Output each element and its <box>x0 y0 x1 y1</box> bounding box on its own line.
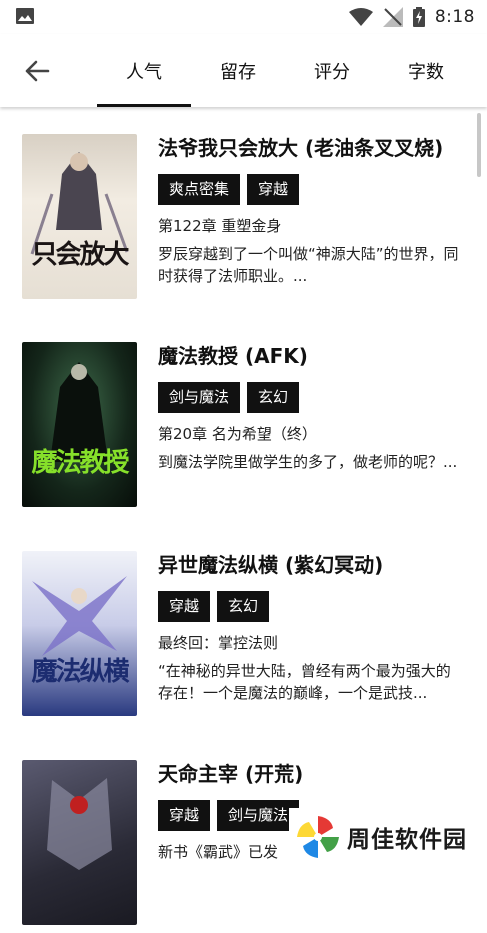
app-bar: 人气 留存 评分 字数 <box>0 34 487 107</box>
clock: 8:18 <box>434 7 475 27</box>
book-cover[interactable]: 魔法纵横 <box>22 551 137 716</box>
tab-retention[interactable]: 留存 <box>191 34 285 107</box>
watermark: 周佳软件园 <box>289 808 487 865</box>
cover-title: 魔法教授 <box>31 448 129 478</box>
book-cover[interactable] <box>22 760 137 925</box>
tag[interactable]: 穿越 <box>158 800 211 831</box>
tag[interactable]: 穿越 <box>247 174 300 205</box>
list-item[interactable]: 魔法纵横 异世魔法纵横 (紫幻冥动) 穿越 玄幻 最终回：掌控法则 “在神秘的异… <box>0 524 487 724</box>
pinwheel-logo-icon <box>297 815 339 858</box>
tab-word-count[interactable]: 字数 <box>379 34 473 107</box>
book-cover[interactable]: 只会放大 <box>22 134 137 299</box>
sort-tabs: 人气 留存 评分 字数 <box>97 34 473 107</box>
latest-chapter: 第20章 名为希望（终） <box>158 425 317 443</box>
no-signal-icon <box>382 7 403 27</box>
book-cover[interactable]: 魔法教授 <box>22 342 137 507</box>
tag[interactable]: 剑与魔法 <box>158 382 241 413</box>
arrow-left-icon[interactable] <box>22 56 52 86</box>
book-title[interactable]: 魔法教授 (AFK) <box>158 342 463 370</box>
book-title[interactable]: 异世魔法纵横 (紫幻冥动) <box>158 551 463 579</box>
tag[interactable]: 玄幻 <box>217 591 270 622</box>
tag-list: 爽点密集 穿越 <box>158 174 463 205</box>
watermark-text: 周佳软件园 <box>347 826 467 853</box>
latest-chapter: 第122章 重塑金身 <box>158 217 282 235</box>
tab-rating[interactable]: 评分 <box>285 34 379 107</box>
cover-title: 魔法纵横 <box>31 657 129 687</box>
tag[interactable]: 爽点密集 <box>158 174 241 205</box>
tag-list: 剑与魔法 玄幻 <box>158 382 463 413</box>
tag[interactable]: 玄幻 <box>247 382 300 413</box>
book-description: “在神秘的异世大陆，曾经有两个最为强大的存在！一个是魔法的巅峰，一个是武技... <box>158 662 451 702</box>
wifi-icon <box>348 8 373 26</box>
status-bar: 8:18 <box>0 0 487 34</box>
book-title[interactable]: 天命主宰 (开荒) <box>158 760 463 788</box>
tab-popularity[interactable]: 人气 <box>97 34 191 107</box>
battery-charging-icon <box>412 7 425 27</box>
latest-chapter: 最终回：掌控法则 <box>158 634 279 652</box>
tag-list: 穿越 玄幻 <box>158 591 463 622</box>
list-item[interactable]: 魔法教授 魔法教授 (AFK) 剑与魔法 玄幻 第20章 名为希望（终） 到魔法… <box>0 315 487 515</box>
tag[interactable]: 剑与魔法 <box>217 800 300 831</box>
book-description: 罗辰穿越到了一个叫做“神源大陆”的世界，同时获得了法师职业。... <box>158 245 459 285</box>
list-item[interactable]: 只会放大 法爷我只会放大 (老油条叉叉烧) 爽点密集 穿越 第122章 重塑金身… <box>0 107 487 307</box>
image-icon <box>16 8 34 24</box>
cover-title: 只会放大 <box>31 240 129 270</box>
book-description: 到魔法学院里做学生的多了，做老师的呢？... <box>158 453 458 471</box>
tag[interactable]: 穿越 <box>158 591 211 622</box>
book-title[interactable]: 法爷我只会放大 (老油条叉叉烧) <box>158 134 463 162</box>
